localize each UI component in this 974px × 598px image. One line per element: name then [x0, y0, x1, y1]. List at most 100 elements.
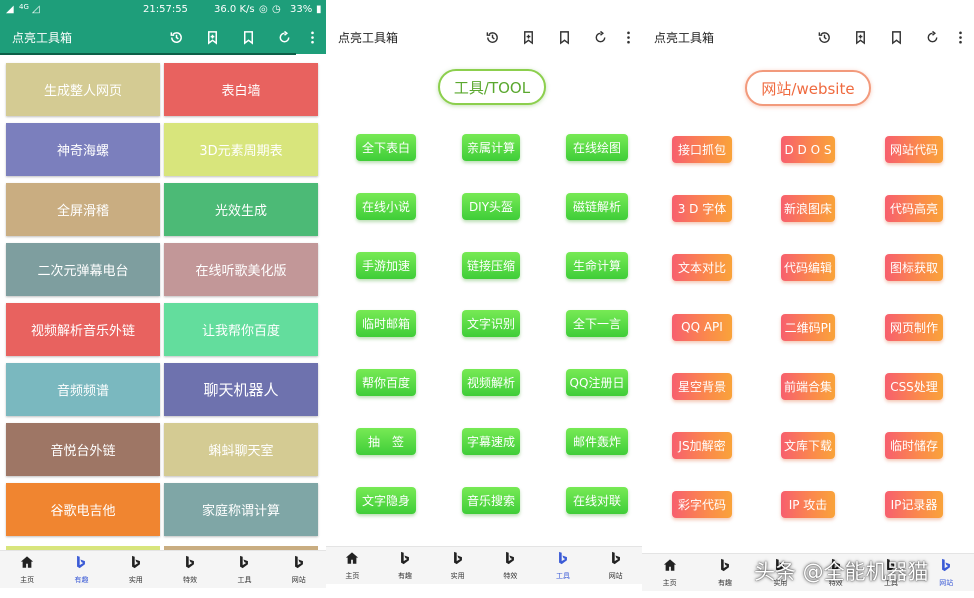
nav-tab-4[interactable]: 工具: [217, 551, 271, 588]
tool-tile[interactable]: 全屏滑稽: [6, 183, 160, 236]
bing-icon: [183, 554, 197, 573]
nav-tab-label: 有趣: [717, 579, 732, 587]
nav-tab-0[interactable]: 主页: [642, 554, 697, 591]
bing-icon: [129, 554, 143, 573]
nav-tab-3[interactable]: 特效: [163, 551, 217, 588]
website-button[interactable]: 文库下载: [781, 432, 835, 459]
bookmark-icon[interactable]: [878, 27, 914, 47]
nav-tab-0[interactable]: 主页: [0, 551, 54, 588]
tool-button[interactable]: 生命计算: [566, 251, 628, 279]
history-icon[interactable]: [806, 27, 842, 47]
nav-tab-2[interactable]: 实用: [109, 551, 163, 588]
bookmark-add-icon[interactable]: [510, 27, 546, 47]
battery-level: 33%: [290, 4, 313, 15]
website-button[interactable]: 网页制作: [885, 313, 943, 341]
website-button[interactable]: CSS处理: [885, 372, 943, 400]
tool-button[interactable]: 抽 签: [356, 428, 416, 455]
tool-button[interactable]: 全下一言: [566, 310, 628, 338]
nav-tab-5[interactable]: 网站: [272, 551, 326, 588]
website-button[interactable]: 代码高亮: [885, 195, 943, 223]
nav-tab-1[interactable]: 有趣: [54, 551, 108, 588]
tool-tile[interactable]: 音频频谱: [6, 363, 160, 416]
bookmark-icon[interactable]: [230, 27, 266, 47]
website-button[interactable]: IP 攻击: [781, 491, 835, 519]
nav-tab-0[interactable]: 主页: [326, 547, 379, 584]
tool-button[interactable]: 字幕速成: [462, 428, 520, 455]
tool-tile[interactable]: 让我帮你百度: [164, 303, 318, 356]
more-vert-icon[interactable]: [618, 27, 638, 47]
website-button[interactable]: D D O S: [781, 136, 835, 163]
tool-button[interactable]: 手游加速: [356, 251, 416, 279]
tool-button[interactable]: 磁链解析: [566, 192, 628, 220]
tool-button[interactable]: 在线绘图: [566, 134, 628, 161]
tool-button[interactable]: 帮你百度: [356, 369, 416, 397]
website-button[interactable]: 彩字代码: [672, 491, 732, 519]
bookmark-add-icon[interactable]: [194, 27, 230, 47]
website-button[interactable]: 网站代码: [885, 136, 943, 163]
tool-button[interactable]: 视频解析: [462, 369, 520, 397]
tool-tile[interactable]: 神奇海螺: [6, 123, 160, 176]
wifi-icon: ◿: [32, 4, 40, 15]
tool-tile[interactable]: 在线听歌美化版: [164, 243, 318, 296]
nav-tab-label: 有趣: [398, 572, 412, 580]
tool-button[interactable]: 亲属计算: [462, 134, 520, 161]
tool-tile[interactable]: 表白墙: [164, 63, 318, 116]
tool-button[interactable]: 在线对联: [566, 486, 628, 514]
tool-button[interactable]: 全下表白: [356, 134, 416, 161]
tool-button[interactable]: QQ注册日: [566, 369, 628, 397]
website-button[interactable]: 新浪图床: [781, 195, 835, 223]
nav-tab-2[interactable]: 实用: [431, 547, 484, 584]
history-icon[interactable]: [474, 27, 510, 47]
nav-tab-5[interactable]: 网站: [589, 547, 642, 584]
tool-tile[interactable]: 视频解析音乐外链: [6, 303, 160, 356]
tool-tile[interactable]: 二次元弹幕电台: [6, 243, 160, 296]
tool-tile[interactable]: 家庭称谓计算: [164, 483, 318, 536]
nav-tab-1[interactable]: 有趣: [697, 554, 752, 591]
tool-button[interactable]: 在线小说: [356, 192, 416, 220]
website-button[interactable]: 前端合集: [781, 372, 835, 400]
history-icon[interactable]: [158, 27, 194, 47]
tool-tile[interactable]: 光效生成: [164, 183, 318, 236]
nav-tab-4[interactable]: 工具: [537, 547, 590, 584]
website-button[interactable]: 接口抓包: [672, 136, 732, 163]
website-button[interactable]: JS加解密: [672, 432, 732, 459]
website-button[interactable]: 代码编辑: [781, 254, 835, 282]
tool-tile[interactable]: 音悦台外链: [6, 423, 160, 476]
website-button[interactable]: 3 D 字体: [672, 195, 732, 223]
website-button[interactable]: 二维码PI: [781, 313, 835, 341]
network-speed: 36.0 K/s: [214, 4, 255, 15]
bing-icon: [398, 550, 412, 569]
screen-tools: 点亮工具箱 工具/TOOL 全下表白 亲属计算 在线绘图 在线小说 DIY头盔 磁链解析手…: [326, 0, 642, 598]
website-button[interactable]: 临时储存: [885, 432, 943, 459]
website-button[interactable]: IP记录器: [885, 491, 943, 519]
tool-tile[interactable]: 生成整人网页: [6, 63, 160, 116]
tool-button[interactable]: 音乐搜索: [462, 486, 520, 514]
bottom-nav: 主页 有趣 实用 特效 工具 网站: [326, 546, 642, 584]
nav-tab-label: 实用: [128, 576, 143, 584]
tool-tile[interactable]: 蝌蚪聊天室: [164, 423, 318, 476]
bookmark-icon[interactable]: [546, 27, 582, 47]
tool-button[interactable]: 邮件轰炸: [566, 428, 628, 455]
tool-button[interactable]: 文字识别: [462, 310, 520, 338]
tool-button[interactable]: DIY头盔: [462, 192, 520, 220]
tool-button[interactable]: 链接压缩: [462, 251, 520, 279]
website-button[interactable]: 文本对比: [672, 254, 732, 282]
bookmark-add-icon[interactable]: [842, 27, 878, 47]
more-vert-icon[interactable]: [302, 27, 322, 47]
tool-button[interactable]: 文字隐身: [356, 486, 416, 514]
website-button[interactable]: QQ API: [672, 313, 732, 341]
tool-button[interactable]: 临时邮箱: [356, 310, 416, 338]
refresh-icon[interactable]: [914, 27, 950, 47]
nav-tab-label: 主页: [20, 576, 35, 584]
nav-tab-label: 工具: [237, 576, 252, 584]
nav-tab-1[interactable]: 有趣: [379, 547, 432, 584]
website-button[interactable]: 图标获取: [885, 254, 943, 282]
tool-tile[interactable]: 谷歌电吉他: [6, 483, 160, 536]
refresh-icon[interactable]: [266, 27, 302, 47]
more-vert-icon[interactable]: [950, 27, 970, 47]
tool-tile[interactable]: 聊天机器人: [164, 363, 318, 416]
tool-tile[interactable]: 3D元素周期表: [164, 123, 318, 176]
website-button[interactable]: 星空背景: [672, 372, 732, 400]
nav-tab-3[interactable]: 特效: [484, 547, 537, 584]
refresh-icon[interactable]: [582, 27, 618, 47]
